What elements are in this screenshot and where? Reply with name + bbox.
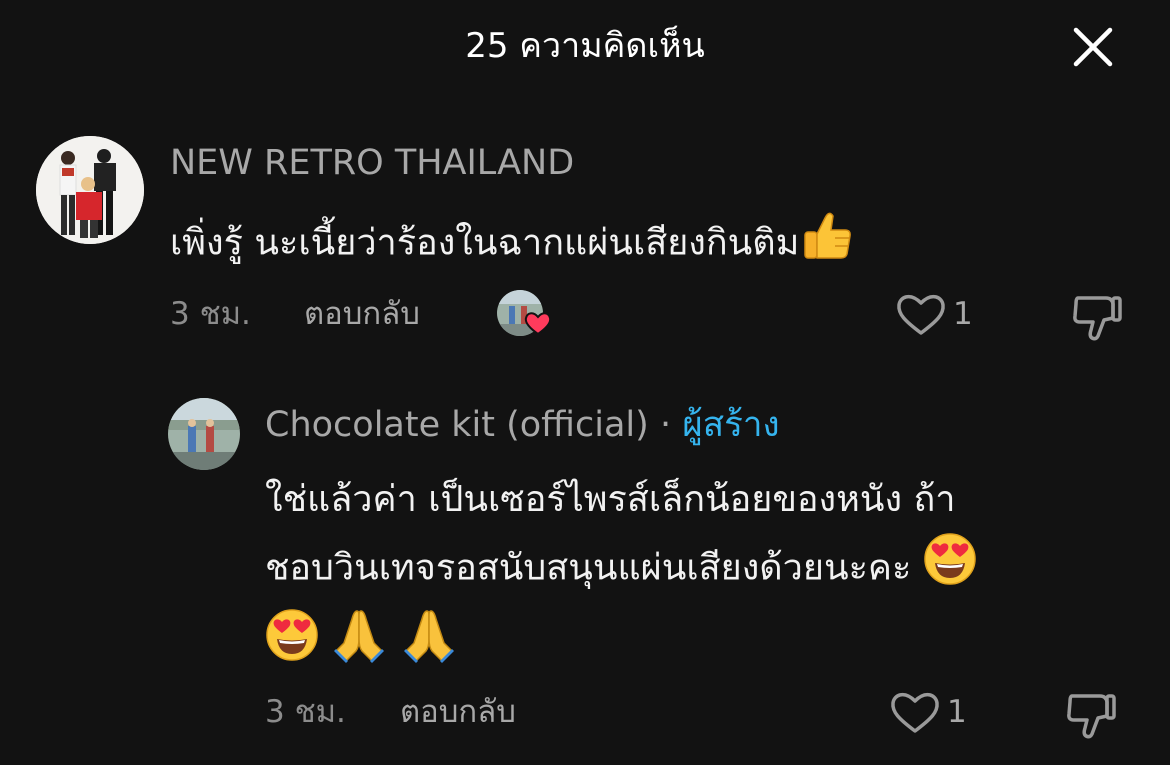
comments-count-title: 25 ความคิดเห็น [465,26,705,66]
reply-time: 3 ชม. [265,694,346,730]
creator-badge: ผู้สร้าง [682,405,780,445]
comment-text-body: เพิ่งรู้ นะเนี้ยว่าร้องในฉากแผ่นเสียงกิน… [170,222,800,264]
thumbs-down-icon [1073,296,1122,341]
reply-text: ใช่แล้วค่า เป็นเซอร์ไพรส์เล็กน้อยของหนัง… [265,468,1145,684]
folded-hands-emoji-icon [330,607,388,684]
like-button[interactable] [895,290,947,338]
reply-text-line-2-body: ชอบวินเทจรอสนับสนุนแผ่นเสียงด้วยนะคะ [265,547,912,589]
reply-text-line-3 [265,607,1145,684]
reply-button[interactable]: ตอบกลับ [304,292,420,336]
like-count: 1 [947,694,967,730]
close-button[interactable] [1068,24,1118,70]
separator-dot: · [659,405,672,445]
thumbs-down-icon [1067,694,1116,739]
folded-hands-emoji-icon [400,607,458,684]
heart-outline-icon [891,692,939,733]
avatar[interactable] [168,398,240,470]
thumbs-up-emoji-icon [799,206,855,283]
reply-username-text: Chocolate kit (official) [265,405,649,445]
heart-icon [524,312,552,336]
heart-outline-icon [897,294,945,335]
reply-username[interactable]: Chocolate kit (official) · ผู้สร้าง [265,402,780,448]
creator-liked-indicator [497,290,555,340]
reply-text-line-1: ใช่แล้วค่า เป็นเซอร์ไพรส์เล็กน้อยของหนัง… [265,479,956,520]
heart-eyes-emoji-icon [923,532,977,607]
dislike-button[interactable] [1064,688,1118,742]
reply-button[interactable]: ตอบกลับ [400,690,516,734]
dislike-button[interactable] [1070,290,1124,344]
like-count: 1 [953,296,973,332]
comment-username[interactable]: NEW RETRO THAILAND [170,140,574,186]
avatar[interactable] [36,136,144,244]
comment-text: เพิ่งรู้ นะเนี้ยว่าร้องในฉากแผ่นเสียงกิน… [170,206,855,283]
comment-time: 3 ชม. [170,296,251,332]
reply-text-line-2: ชอบวินเทจรอสนับสนุนแผ่นเสียงด้วยนะคะ [265,532,1145,607]
heart-eyes-emoji-icon [265,608,319,683]
close-icon [1073,27,1113,67]
like-button[interactable] [889,688,941,736]
